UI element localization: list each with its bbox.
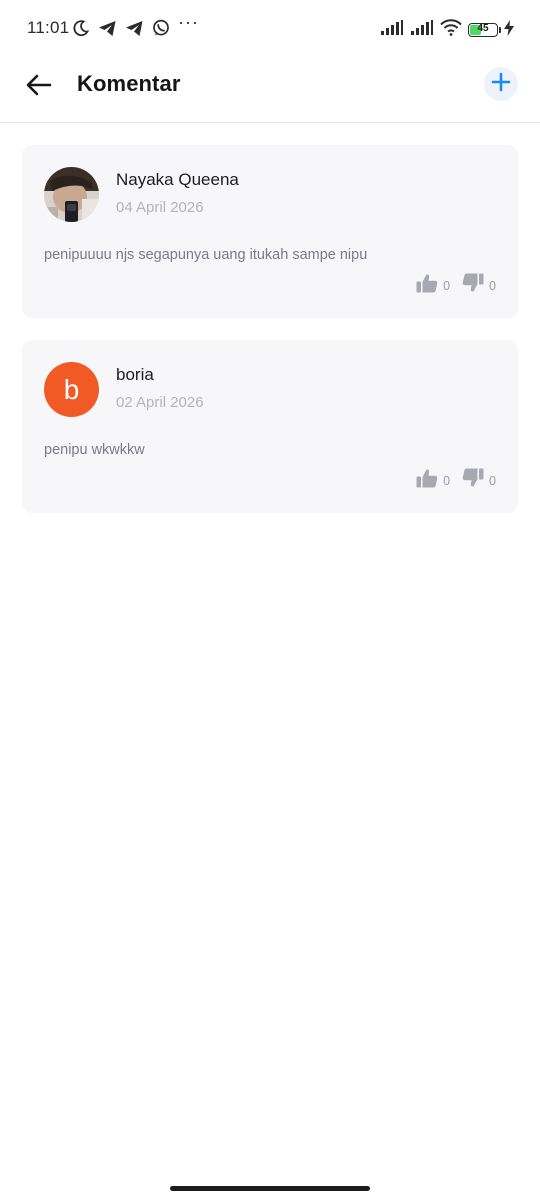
comment-author: Nayaka Queena — [116, 170, 239, 189]
comment-list: Nayaka Queena 04 April 2026 penipuuuu nj… — [22, 145, 518, 535]
status-time: 11:01 — [27, 18, 70, 37]
comment-text: penipu wkwkkw — [44, 442, 145, 458]
signal-icon — [380, 19, 404, 41]
battery-icon: 45 — [468, 23, 501, 37]
dislike-button[interactable]: 0 — [462, 468, 496, 493]
whatsapp-icon — [152, 19, 170, 37]
dislike-count: 0 — [489, 473, 496, 488]
thumbs-up-icon — [416, 273, 438, 298]
avatar-initial: b — [63, 373, 80, 405]
like-count: 0 — [443, 473, 451, 488]
more-notifications-icon: ··· — [178, 12, 199, 32]
avatar-letter[interactable]: b — [44, 362, 99, 417]
status-notification-icons — [72, 19, 170, 37]
charging-icon — [504, 19, 514, 41]
like-button[interactable]: 0 — [416, 273, 450, 298]
battery-level-text: 45 — [477, 23, 489, 34]
app-bar: Komentar — [0, 60, 540, 123]
comment-author: boria — [116, 365, 154, 384]
wifi-icon — [440, 19, 462, 41]
moon-icon — [72, 19, 90, 37]
telegram-icon — [125, 20, 144, 37]
avatar-photo[interactable] — [44, 167, 99, 222]
comment-date: 04 April 2026 — [116, 199, 204, 216]
comment-card: b boria 02 April 2026 penipu wkwkkw 0 0 — [22, 340, 518, 513]
thumbs-down-icon — [462, 468, 484, 493]
comment-card: Nayaka Queena 04 April 2026 penipuuuu nj… — [22, 145, 518, 318]
thumbs-up-icon — [416, 468, 438, 493]
thumbs-down-icon — [462, 273, 484, 298]
dislike-count: 0 — [489, 278, 496, 293]
add-comment-button[interactable] — [484, 67, 518, 101]
comment-reactions: 0 0 — [44, 273, 496, 298]
back-button[interactable] — [22, 70, 56, 104]
comment-reactions: 0 0 — [44, 468, 496, 493]
status-system-icons: 45 — [380, 19, 514, 41]
comment-text: penipuuuu njs segapunya uang itukah samp… — [44, 247, 368, 263]
like-button[interactable]: 0 — [416, 468, 450, 493]
plus-icon — [491, 72, 511, 97]
comment-date: 02 April 2026 — [116, 394, 204, 411]
signal-icon — [410, 19, 434, 41]
telegram-icon — [98, 20, 117, 37]
arrow-left-icon — [26, 74, 52, 101]
dislike-button[interactable]: 0 — [462, 273, 496, 298]
like-count: 0 — [443, 278, 451, 293]
status-bar: 11:01 ··· 45 — [0, 0, 540, 60]
home-indicator[interactable] — [170, 1186, 370, 1191]
page-title: Komentar — [77, 71, 181, 96]
